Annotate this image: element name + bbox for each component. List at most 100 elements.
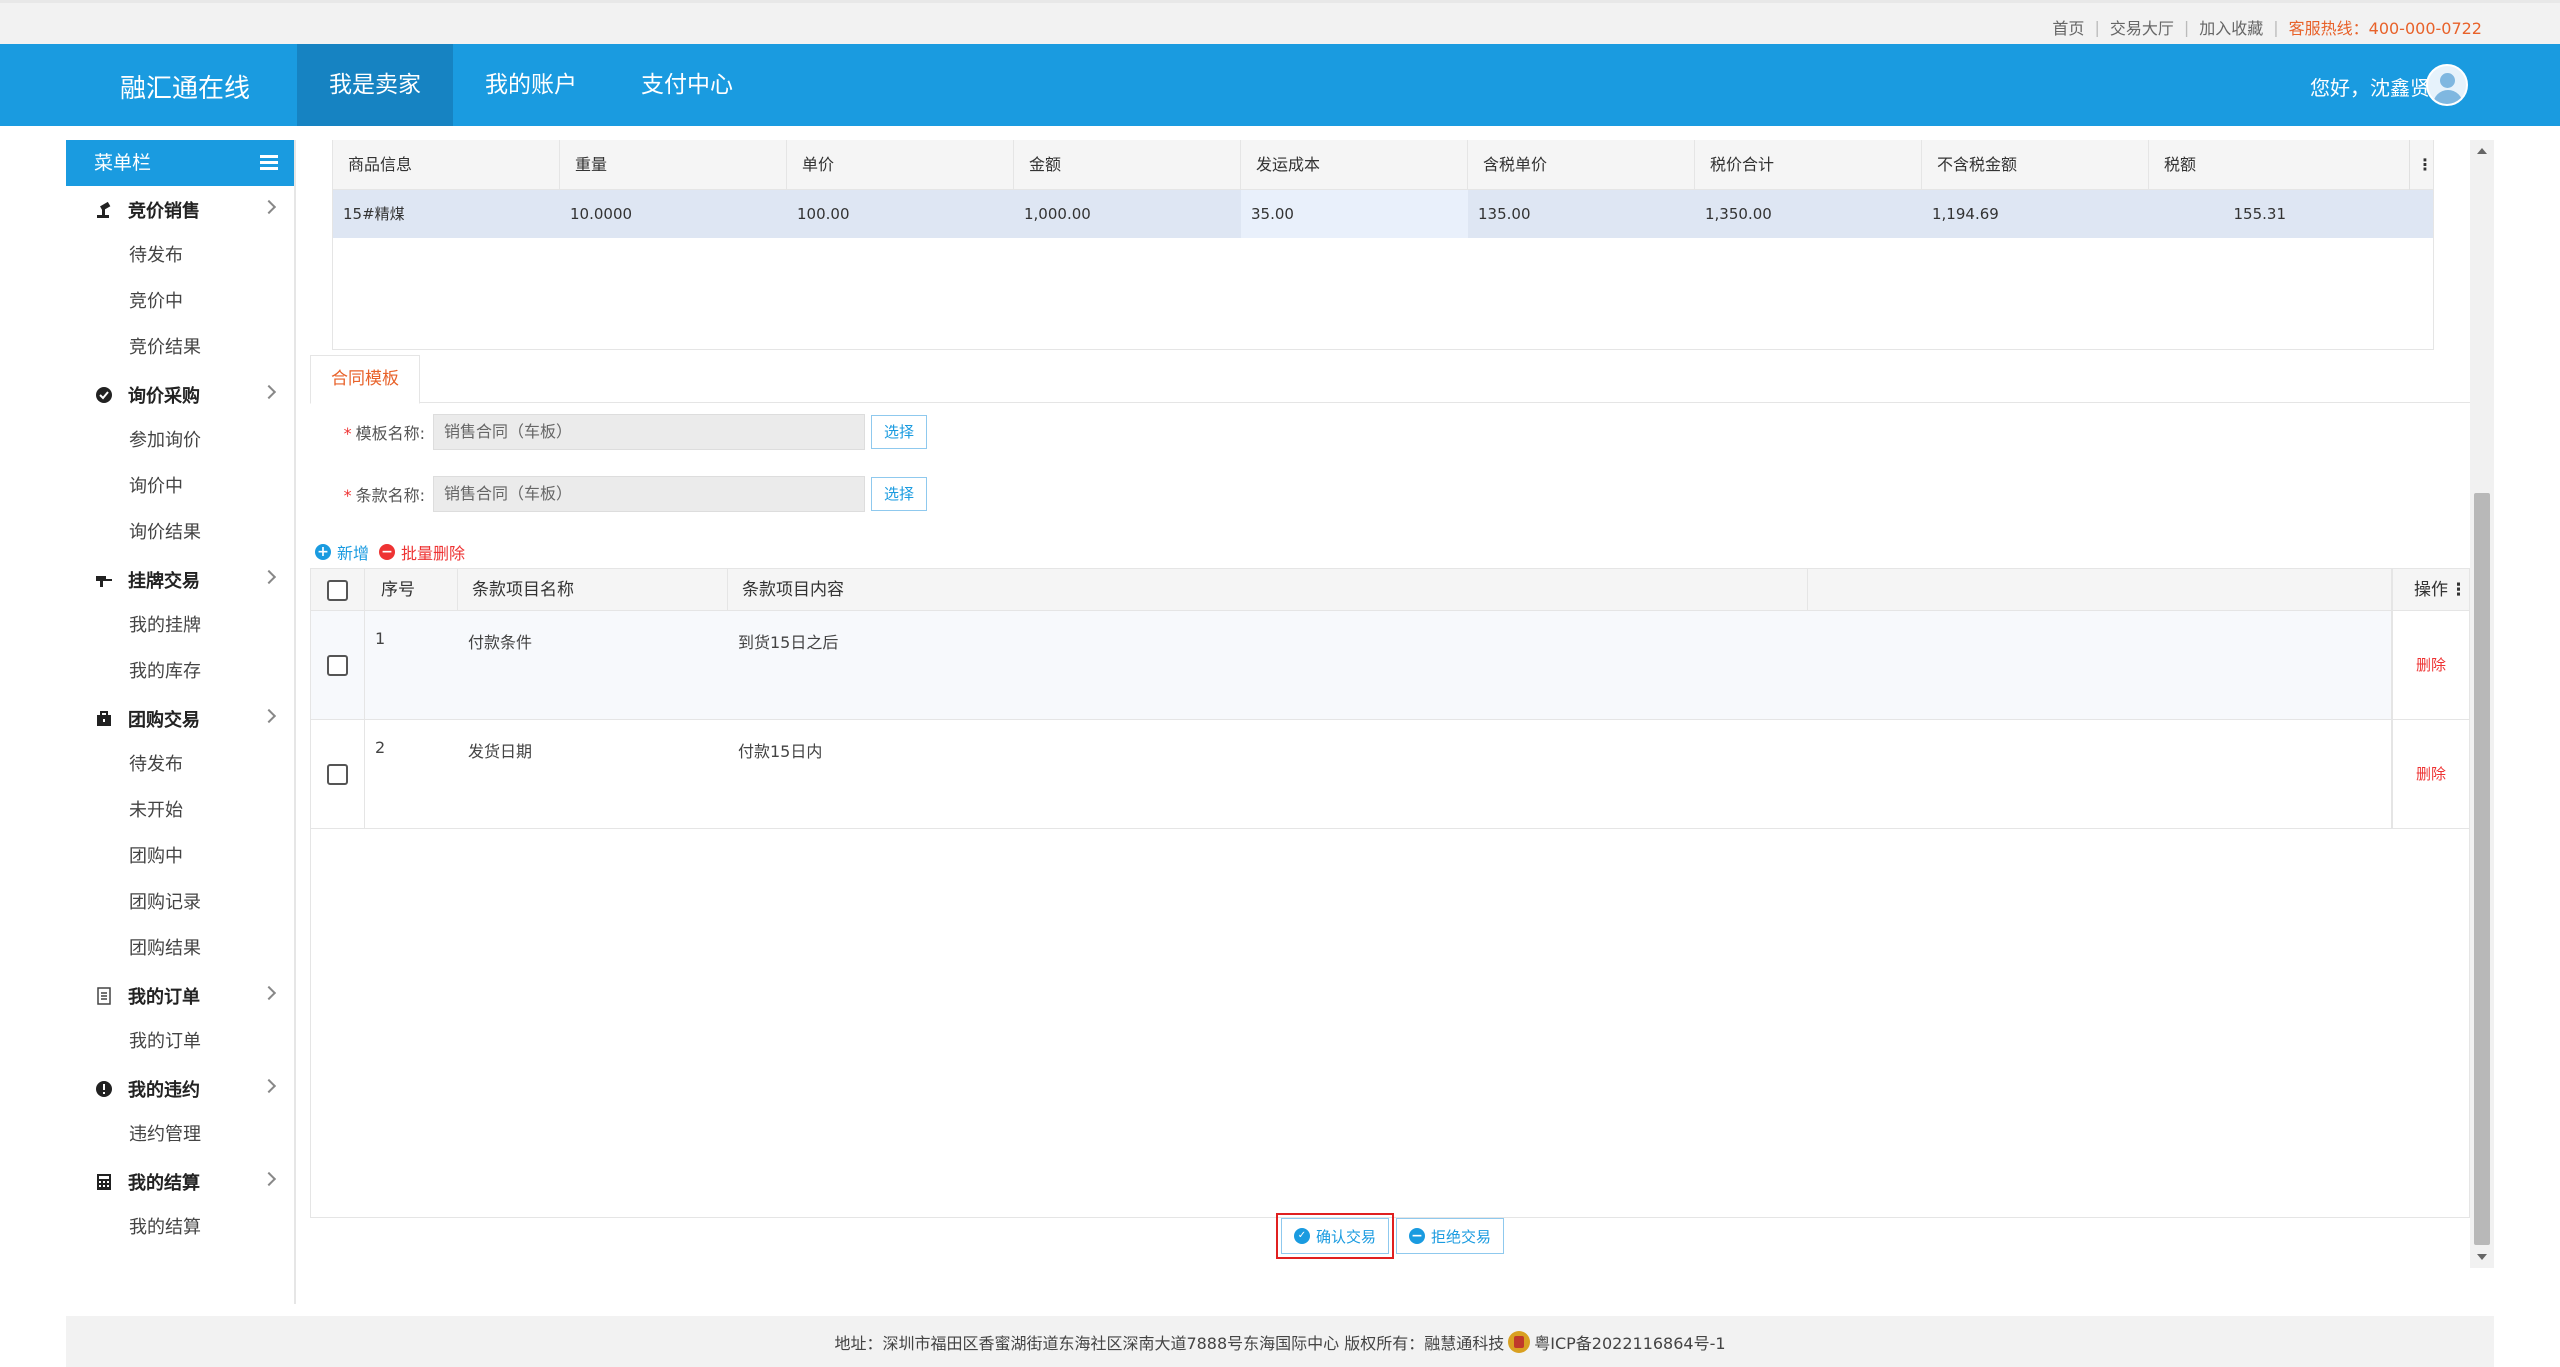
select-all-cell xyxy=(311,569,365,611)
nav-payment[interactable]: 支付中心 xyxy=(609,44,765,126)
tab-contract-template[interactable]: 合同模板 xyxy=(310,355,420,404)
brand-logo[interactable]: 融汇通在线 xyxy=(120,68,250,105)
column-header[interactable]: 单价 xyxy=(787,140,1014,189)
scroll-down-icon[interactable] xyxy=(2477,1254,2487,1260)
column-header[interactable]: 发运成本 xyxy=(1241,140,1468,189)
table-cell: 1,000.00 xyxy=(1024,205,1091,223)
row-checkbox[interactable] xyxy=(327,654,348,676)
sidebar-group-orders[interactable]: 我的订单 xyxy=(66,972,294,1019)
confirm-trade-button[interactable]: ✓ 确认交易 xyxy=(1281,1218,1390,1254)
sidebar-item[interactable]: 我的库存 xyxy=(66,649,294,695)
main-nav: 我是卖家 我的账户 支付中心 xyxy=(297,44,765,126)
hammer-icon xyxy=(94,570,114,590)
scrollbar-thumb[interactable] xyxy=(2474,493,2490,1245)
document-icon xyxy=(94,986,114,1006)
sidebar-group-listing[interactable]: 挂牌交易 xyxy=(66,556,294,603)
sidebar-group-label: 团购交易 xyxy=(128,709,200,731)
gavel-icon xyxy=(94,200,114,220)
table-cell: 135.00 xyxy=(1478,205,1531,223)
more-columns-icon[interactable] xyxy=(2409,140,2433,190)
nav-seller[interactable]: 我是卖家 xyxy=(297,44,453,126)
sidebar-group-group-buy[interactable]: 团购交易 xyxy=(66,695,294,742)
more-columns-icon[interactable]: ⋮ xyxy=(2450,569,2467,611)
sidebar-item[interactable]: 待发布 xyxy=(66,233,294,279)
table-cell: 100.00 xyxy=(797,205,850,223)
table-row[interactable]: 2 发货日期 付款15日内 xyxy=(311,720,2391,829)
separator: | xyxy=(2094,17,2100,37)
column-header[interactable]: 序号 xyxy=(365,569,458,611)
operation-header: 操作 ⋮ xyxy=(2393,569,2469,611)
sidebar-item[interactable]: 团购记录 xyxy=(66,880,294,926)
sidebar-group-label: 我的结算 xyxy=(128,1172,200,1194)
sidebar-item[interactable]: 参加询价 xyxy=(66,418,294,464)
column-header[interactable]: 条款项目名称 xyxy=(458,569,728,611)
table-cell-editable[interactable]: 35.00 xyxy=(1241,190,1468,238)
vertical-scrollbar[interactable] xyxy=(2470,140,2494,1268)
clause-item-name: 发货日期 xyxy=(468,742,533,761)
table-cell: 1,350.00 xyxy=(1705,205,1772,223)
operation-column: 操作 ⋮ 删除 删除 xyxy=(2391,569,2469,829)
sidebar-group-violations[interactable]: 我的违约 xyxy=(66,1065,294,1112)
table-row[interactable]: 1 付款条件 到货15日之后 xyxy=(311,611,2391,720)
footer-icp[interactable]: 粤ICP备2022116864号-1 xyxy=(1534,1330,1725,1354)
column-header[interactable]: 税额 xyxy=(2149,140,2376,189)
hotline: 客服热线：400-000-0722 xyxy=(2288,19,2482,38)
column-header[interactable]: 金额 xyxy=(1014,140,1241,189)
sidebar-group-settlement[interactable]: 我的结算 xyxy=(66,1158,294,1205)
sidebar-group-bidding[interactable]: 竞价销售 xyxy=(66,186,294,233)
sidebar-item[interactable]: 团购结果 xyxy=(66,926,294,972)
scroll-up-icon[interactable] xyxy=(2477,148,2487,154)
delete-row-button[interactable]: 删除 xyxy=(2393,720,2469,829)
add-button[interactable]: + 新增 xyxy=(315,540,369,564)
top-links: 首页 | 交易大厅 | 加入收藏 | 客服热线：400-000-0722 xyxy=(2052,15,2482,39)
template-name-field[interactable]: 销售合同（车板） xyxy=(433,414,865,450)
avatar[interactable] xyxy=(2426,64,2468,106)
sidebar-item[interactable]: 未开始 xyxy=(66,788,294,834)
menu-icon[interactable] xyxy=(260,155,278,170)
column-header[interactable]: 不含税金额 xyxy=(1922,140,2149,189)
batch-delete-button[interactable]: − 批量删除 xyxy=(379,540,465,564)
sidebar-item[interactable]: 团购中 xyxy=(66,834,294,880)
sidebar-item[interactable]: 违约管理 xyxy=(66,1112,294,1158)
sidebar-item[interactable]: 我的结算 xyxy=(66,1205,294,1251)
sidebar-group-label: 我的订单 xyxy=(128,986,200,1008)
sidebar-item[interactable]: 询价中 xyxy=(66,464,294,510)
row-checkbox-cell xyxy=(311,720,365,828)
goods-table-header: 商品信息 重量 单价 金额 发运成本 含税单价 税价合计 不含税金额 税额 xyxy=(333,140,2433,190)
select-template-button[interactable]: 选择 xyxy=(871,415,927,449)
link-add-favorite[interactable]: 加入收藏 xyxy=(2199,15,2263,39)
sidebar-item[interactable]: 我的订单 xyxy=(66,1019,294,1065)
user-greeting: 您好，沈鑫贤 xyxy=(2310,76,2430,100)
sidebar-item[interactable]: 竞价中 xyxy=(66,279,294,325)
sidebar-item[interactable]: 待发布 xyxy=(66,742,294,788)
column-header[interactable]: 商品信息 xyxy=(333,140,560,189)
column-header[interactable]: 重量 xyxy=(560,140,787,189)
sidebar-item[interactable]: 询价结果 xyxy=(66,510,294,556)
minus-icon: − xyxy=(379,544,396,560)
highlight-box: ✓ 确认交易 xyxy=(1276,1213,1395,1259)
link-home[interactable]: 首页 xyxy=(2052,15,2084,39)
chevron-right-icon xyxy=(261,985,277,1001)
column-header[interactable]: 含税单价 xyxy=(1468,140,1695,189)
select-clause-button[interactable]: 选择 xyxy=(871,477,927,511)
add-label: 新增 xyxy=(337,544,370,563)
bottom-actions: ✓ 确认交易 − 拒绝交易 xyxy=(1276,1213,1508,1259)
row-checkbox[interactable] xyxy=(327,763,348,785)
clause-name-row: * 条款名称: 销售合同（车板） 选择 xyxy=(335,476,927,512)
table-cell: 15#精煤 xyxy=(343,205,405,223)
sidebar-item[interactable]: 竞价结果 xyxy=(66,325,294,371)
clause-name-field[interactable]: 销售合同（车板） xyxy=(433,476,865,512)
column-header[interactable]: 条款项目内容 xyxy=(728,569,1808,611)
sidebar-group-inquiry[interactable]: 询价采购 xyxy=(66,371,294,418)
reject-trade-button[interactable]: − 拒绝交易 xyxy=(1396,1218,1505,1254)
delete-row-button[interactable]: 删除 xyxy=(2393,611,2469,720)
clause-item-content: 付款15日内 xyxy=(738,742,823,761)
link-trading-hall[interactable]: 交易大厅 xyxy=(2110,15,2174,39)
column-header[interactable]: 税价合计 xyxy=(1695,140,1922,189)
sidebar-item[interactable]: 我的挂牌 xyxy=(66,603,294,649)
chevron-right-icon xyxy=(261,1171,277,1187)
nav-account[interactable]: 我的账户 xyxy=(453,44,609,126)
select-all-checkbox[interactable] xyxy=(327,579,348,601)
table-row[interactable]: 15#精煤 10.0000 100.00 1,000.00 35.00 135.… xyxy=(333,190,2433,238)
briefcase-icon xyxy=(94,709,114,729)
